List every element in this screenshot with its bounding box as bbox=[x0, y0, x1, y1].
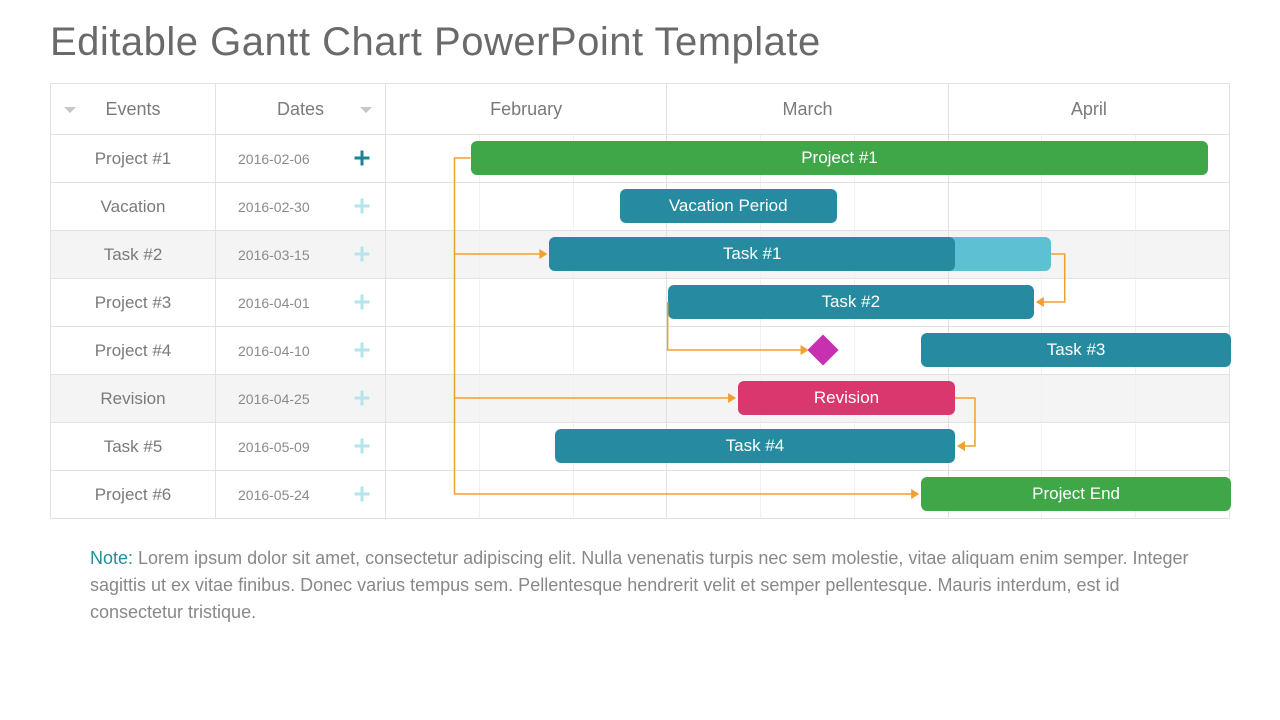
header-dates-label: Dates bbox=[277, 99, 324, 120]
plus-icon[interactable] bbox=[353, 197, 371, 215]
event-cell: Project #6 bbox=[51, 471, 216, 518]
date-text: 2016-04-10 bbox=[238, 343, 310, 359]
gantt-header: Events Dates February March April bbox=[51, 84, 1229, 134]
date-text: 2016-02-06 bbox=[238, 151, 310, 167]
plus-icon[interactable] bbox=[353, 485, 371, 503]
event-cell: Project #1 bbox=[51, 135, 216, 182]
plus-icon[interactable] bbox=[353, 389, 371, 407]
chevron-down-icon bbox=[357, 101, 375, 119]
plus-icon[interactable] bbox=[353, 341, 371, 359]
header-dates[interactable]: Dates bbox=[216, 84, 386, 134]
header-events-label: Events bbox=[105, 99, 160, 120]
gantt-chart: Events Dates February March April Projec… bbox=[50, 83, 1230, 519]
header-month-feb: February bbox=[386, 84, 667, 134]
date-cell: 2016-05-24 bbox=[216, 471, 386, 518]
event-cell: Task #2 bbox=[51, 231, 216, 278]
gantt-body: Project #1 2016-02-06 Vacation 2016-02-30 Ta… bbox=[51, 134, 1229, 518]
gantt-bar[interactable]: Task #2 bbox=[668, 285, 1034, 319]
note-label: Note: bbox=[90, 548, 138, 568]
plus-icon[interactable] bbox=[353, 293, 371, 311]
gantt-bar[interactable]: Vacation Period bbox=[620, 189, 837, 223]
event-cell: Task #5 bbox=[51, 423, 216, 470]
date-cell: 2016-02-30 bbox=[216, 183, 386, 230]
gantt-bar[interactable]: Project End bbox=[921, 477, 1231, 511]
event-cell: Project #3 bbox=[51, 279, 216, 326]
date-text: 2016-03-15 bbox=[238, 247, 310, 263]
date-text: 2016-05-24 bbox=[238, 487, 310, 503]
event-cell: Project #4 bbox=[51, 327, 216, 374]
date-cell: 2016-04-10 bbox=[216, 327, 386, 374]
milestone-diamond[interactable] bbox=[807, 334, 838, 365]
gantt-bar[interactable]: Revision bbox=[738, 381, 955, 415]
gantt-bar[interactable]: Project #1 bbox=[471, 141, 1209, 175]
date-text: 2016-05-09 bbox=[238, 439, 310, 455]
note-text: Lorem ipsum dolor sit amet, consectetur … bbox=[90, 548, 1189, 622]
date-cell: 2016-02-06 bbox=[216, 135, 386, 182]
gantt-bar[interactable]: Task #4 bbox=[555, 429, 955, 463]
event-cell: Vacation bbox=[51, 183, 216, 230]
header-month-apr: April bbox=[949, 84, 1229, 134]
plus-icon[interactable] bbox=[353, 437, 371, 455]
header-month-mar: March bbox=[667, 84, 948, 134]
date-text: 2016-04-25 bbox=[238, 391, 310, 407]
note-block: Note: Lorem ipsum dolor sit amet, consec… bbox=[90, 545, 1190, 626]
gantt-bar[interactable]: Task #3 bbox=[921, 333, 1231, 367]
bars-layer: Project #1 Vacation Period Task #1 Task #2 T… bbox=[386, 134, 1231, 518]
event-cell: Revision bbox=[51, 375, 216, 422]
date-cell: 2016-04-25 bbox=[216, 375, 386, 422]
header-events[interactable]: Events bbox=[51, 84, 216, 134]
chevron-down-icon bbox=[61, 101, 79, 119]
date-text: 2016-02-30 bbox=[238, 199, 310, 215]
date-text: 2016-04-01 bbox=[238, 295, 310, 311]
plus-icon[interactable] bbox=[353, 149, 371, 167]
date-cell: 2016-04-01 bbox=[216, 279, 386, 326]
page-title: Editable Gantt Chart PowerPoint Template bbox=[50, 20, 1230, 65]
date-cell: 2016-03-15 bbox=[216, 231, 386, 278]
date-cell: 2016-05-09 bbox=[216, 423, 386, 470]
gantt-bar[interactable]: Task #1 bbox=[549, 237, 955, 271]
plus-icon[interactable] bbox=[353, 245, 371, 263]
